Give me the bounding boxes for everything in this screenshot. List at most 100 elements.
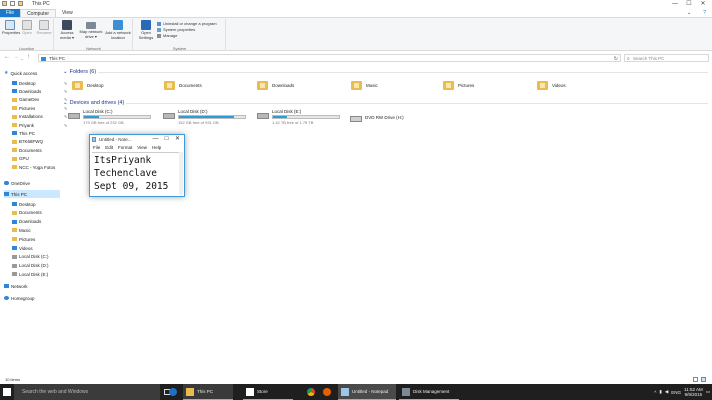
- ribbon-expand-icon[interactable]: ⌄: [681, 9, 697, 17]
- nav-pc-item[interactable]: Local Disk (E:): [12, 270, 48, 278]
- taskbar-app-store[interactable]: Store: [243, 384, 293, 400]
- folder-item[interactable]: Videos: [537, 81, 566, 90]
- nav-pc-item[interactable]: Local Disk (C:): [12, 253, 49, 261]
- notepad-menu-format[interactable]: Format: [118, 145, 132, 150]
- nav-quick-item[interactable]: Documents: [12, 146, 42, 154]
- system-properties-button[interactable]: System properties: [157, 27, 195, 32]
- firefox-button[interactable]: [321, 384, 333, 400]
- nav-quick-access[interactable]: ★ Quick access: [4, 69, 37, 77]
- properties-button[interactable]: Properties: [2, 20, 20, 36]
- rename-button[interactable]: Rename: [36, 20, 52, 36]
- folder-icon: [12, 156, 17, 161]
- network-icon[interactable]: ▮: [659, 389, 661, 395]
- scrollbar[interactable]: [179, 152, 183, 195]
- folder-icon: [12, 123, 17, 127]
- show-hidden-icons-icon[interactable]: ^: [654, 390, 656, 395]
- start-button[interactable]: [0, 384, 14, 400]
- notepad-menu-edit[interactable]: Edit: [105, 145, 113, 150]
- taskbar-app-disk-management[interactable]: Disk Management: [399, 384, 459, 400]
- input-language[interactable]: ENG: [671, 390, 681, 395]
- search-input[interactable]: ⌕ Search This PC: [624, 54, 709, 62]
- folder-item[interactable]: Music: [351, 81, 378, 90]
- drive-item[interactable]: DVD RW Drive (H:): [350, 112, 404, 122]
- folder-item[interactable]: Pictures: [443, 81, 474, 90]
- tab-view[interactable]: View: [56, 9, 79, 17]
- refresh-icon[interactable]: ↻: [614, 56, 618, 62]
- minimize-button[interactable]: —: [668, 0, 682, 8]
- clock[interactable]: 11:52 AM 9/9/2015: [684, 387, 703, 398]
- nav-pc-item[interactable]: Pictures: [12, 235, 35, 243]
- notepad-menu-view[interactable]: View: [137, 145, 147, 150]
- notepad-menu-help[interactable]: Help: [152, 145, 161, 150]
- drive-item[interactable]: Local Disk (E:) 1.42 TB free of 1.79 TB: [257, 109, 340, 125]
- nav-quick-item[interactable]: B7K68FWQ: [12, 138, 43, 146]
- nav-quick-item[interactable]: Downloads ✎: [12, 87, 67, 95]
- drive-item[interactable]: Local Disk (D:) 152 GB free of 931 GB: [163, 109, 246, 125]
- nav-pc-item[interactable]: Documents: [12, 209, 42, 217]
- close-button[interactable]: ✕: [172, 135, 183, 144]
- nav-onedrive[interactable]: OneDrive: [4, 179, 30, 187]
- add-network-location-button[interactable]: Add a network location: [105, 20, 131, 40]
- nav-quick-item[interactable]: Desktop ✎: [12, 79, 67, 87]
- notepad-title-bar[interactable]: Untitled - Note... — ☐ ✕: [90, 135, 184, 144]
- nav-pc-item[interactable]: Music: [12, 226, 31, 234]
- taskbar-search[interactable]: Search the web and Windows: [14, 384, 160, 400]
- tab-computer[interactable]: Computer: [20, 9, 57, 17]
- breadcrumb[interactable]: This PC: [49, 56, 65, 61]
- access-media-button[interactable]: Access media ▾: [57, 20, 77, 40]
- properties-icon[interactable]: [10, 1, 15, 6]
- chevron-down-icon: ⌄: [63, 69, 68, 75]
- maximize-button[interactable]: ☐: [682, 0, 696, 8]
- nav-quick-item[interactable]: GPU: [12, 155, 29, 163]
- map-network-drive-button[interactable]: Map network drive ▾: [79, 20, 103, 39]
- nav-pc-item[interactable]: Local Disk (D:): [12, 262, 49, 270]
- notepad-text-area[interactable]: ItsPriyank Techenclave Sept 09, 2015: [92, 152, 181, 195]
- close-button[interactable]: ✕: [696, 0, 710, 8]
- uninstall-program-button[interactable]: Uninstall or change a program: [157, 21, 217, 26]
- taskbar-app-notepad[interactable]: Untitled - Notepad: [338, 384, 396, 400]
- group-label-system: System: [172, 46, 187, 51]
- nav-quick-item[interactable]: Pictures ✎: [12, 104, 67, 112]
- network-location-icon: [113, 20, 123, 30]
- nav-pc-item[interactable]: Downloads: [12, 218, 41, 226]
- maximize-button[interactable]: ☐: [161, 135, 172, 144]
- nav-pc-item[interactable]: Videos: [12, 244, 33, 252]
- forward-button[interactable]: →: [13, 54, 19, 60]
- manage-button[interactable]: Manage: [157, 33, 177, 38]
- large-icons-view-icon[interactable]: [701, 377, 706, 382]
- nav-network[interactable]: Network: [4, 282, 28, 290]
- back-button[interactable]: ←: [4, 54, 10, 60]
- nav-quick-item[interactable]: Installations ✎: [12, 113, 67, 121]
- notepad-menu-file[interactable]: File: [93, 145, 100, 150]
- drives-header[interactable]: ⌄ Devices and drives (4): [63, 100, 124, 106]
- chrome-button[interactable]: [305, 384, 317, 400]
- up-button[interactable]: ↑: [27, 54, 30, 60]
- edge-button[interactable]: [166, 384, 180, 400]
- tab-file[interactable]: File: [0, 9, 21, 17]
- nav-pc-item[interactable]: Desktop: [12, 200, 36, 208]
- new-folder-icon[interactable]: [18, 1, 23, 6]
- nav-homegroup[interactable]: Homegroup: [4, 294, 35, 302]
- action-center-icon[interactable]: ▭: [706, 389, 710, 395]
- nav-quick-item[interactable]: This PC: [12, 129, 35, 137]
- notepad-window-controls: — ☐ ✕: [150, 135, 183, 144]
- help-icon[interactable]: ?: [697, 9, 712, 17]
- folder-item[interactable]: Documents: [164, 81, 202, 90]
- drive-item[interactable]: Local Disk (C:) 179 GB free of 232 GB: [68, 109, 151, 125]
- nav-quick-item[interactable]: GameDev ✎: [12, 96, 67, 104]
- open-button[interactable]: Open: [20, 20, 34, 36]
- address-bar[interactable]: This PC ↻: [38, 54, 621, 62]
- volume-icon[interactable]: ◀: [665, 389, 668, 395]
- recent-locations-icon[interactable]: ⌄: [20, 56, 23, 61]
- details-view-icon[interactable]: [693, 377, 698, 382]
- nav-quick-item[interactable]: NCC - Yoga Fotos: [12, 163, 55, 171]
- notepad-window[interactable]: Untitled - Note... — ☐ ✕ File Edit Format V…: [89, 134, 185, 197]
- nav-quick-item[interactable]: Priyank ✎: [12, 121, 67, 129]
- minimize-button[interactable]: —: [150, 135, 161, 144]
- taskbar-app-this-pc[interactable]: This PC: [183, 384, 233, 400]
- open-settings-button[interactable]: Open Settings: [137, 20, 155, 40]
- folders-header[interactable]: ⌄ Folders (6): [63, 69, 96, 75]
- folder-item[interactable]: Downloads: [257, 81, 294, 90]
- nav-this-pc[interactable]: This PC: [4, 190, 60, 198]
- folder-item[interactable]: Desktop: [72, 81, 104, 90]
